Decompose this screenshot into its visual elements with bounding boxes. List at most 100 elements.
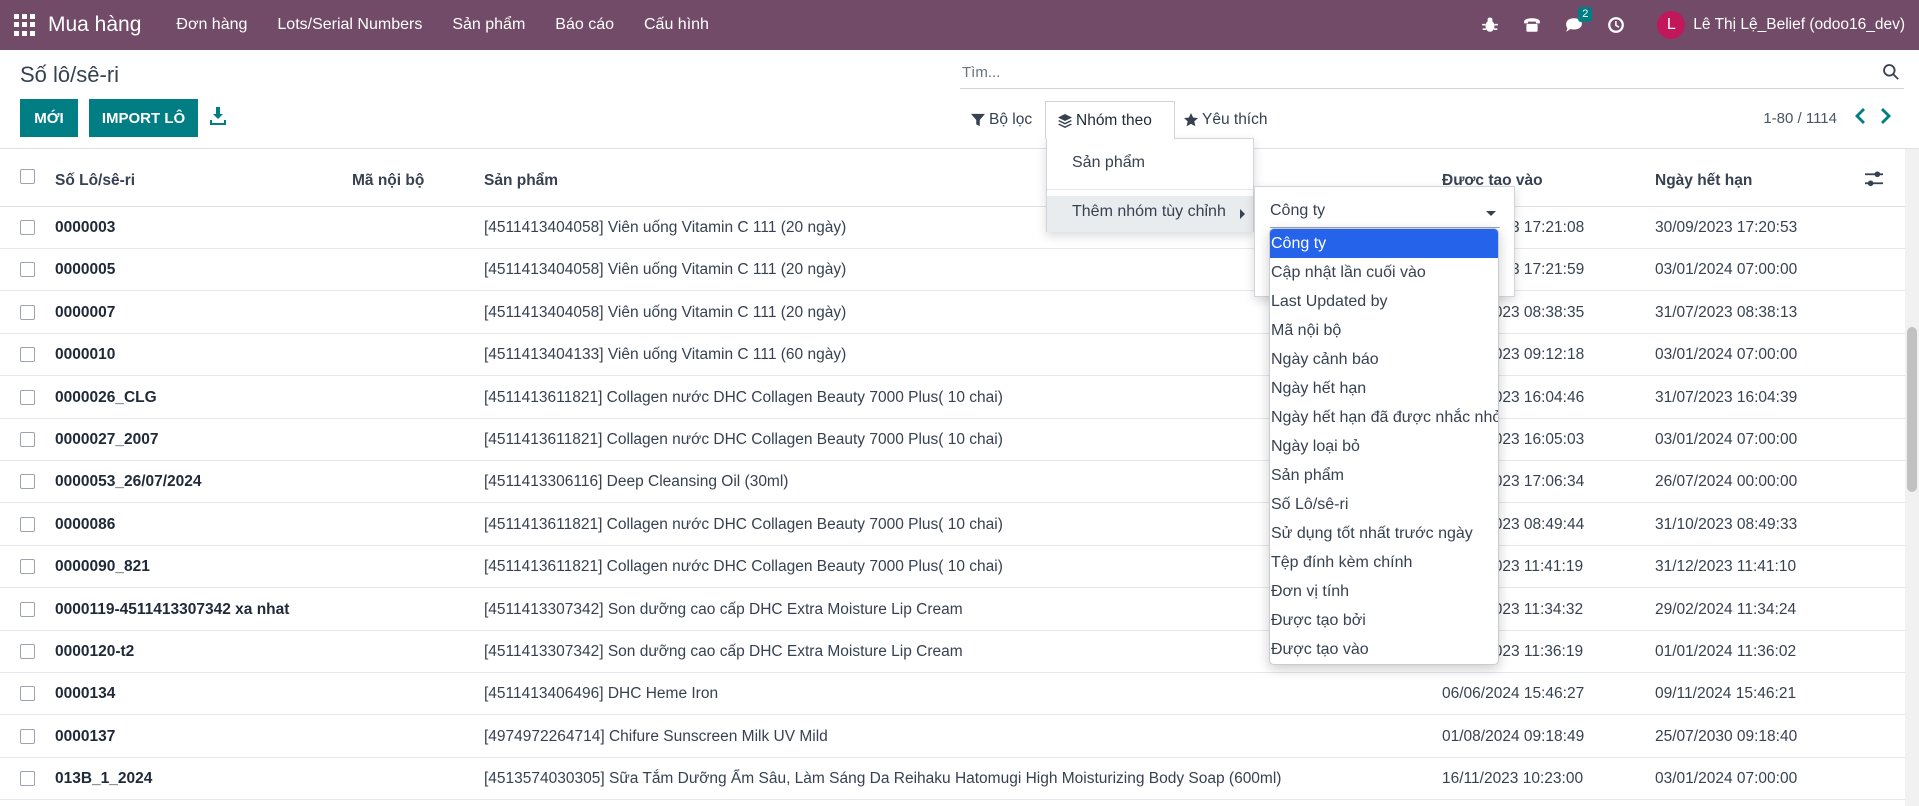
- row-checkbox[interactable]: [20, 559, 35, 575]
- cell-created: 16/11/2023 10:23:00: [1442, 770, 1584, 788]
- row-checkbox[interactable]: [20, 601, 35, 617]
- pager-value[interactable]: 1-80 / 1114: [1763, 110, 1837, 127]
- menu-lots[interactable]: Lots/Serial Numbers: [277, 16, 422, 34]
- row-checkbox[interactable]: [20, 686, 35, 702]
- user-name[interactable]: Lê Thị Lệ_Belief (odoo16_dev): [1693, 16, 1905, 34]
- table-row[interactable]: 0000027_2007 [4511413611821] Collagen nướ…: [0, 419, 1905, 461]
- custom-group-option[interactable]: Sử dụng tốt nhất trước ngày: [1270, 519, 1498, 548]
- cell-lot: 0000090_821: [55, 558, 150, 576]
- cell-expiry: 03/01/2024 07:00:00: [1655, 431, 1798, 448]
- cell-expiry: 26/07/2024 00:00:00: [1655, 473, 1798, 491]
- header-internal-ref[interactable]: Mã nội bộ: [352, 172, 424, 190]
- download-icon[interactable]: [210, 107, 226, 125]
- navbar-systray: 2 L Lê Thị Lệ_Belief (odoo16_dev): [1469, 0, 1919, 50]
- table-row[interactable]: 0000010 [4511413404133] Viên uống Vitamin…: [0, 334, 1905, 377]
- bug-icon[interactable]: [1480, 15, 1500, 35]
- favorites-label: Yêu thích: [1202, 111, 1268, 128]
- row-checkbox[interactable]: [20, 474, 35, 490]
- menu-reports[interactable]: Báo cáo: [555, 16, 614, 34]
- table-row[interactable]: 0000007 [4511413404058] Viên uống Vitamin…: [0, 292, 1905, 334]
- table-row[interactable]: 0000119-4511413307342 xa nhat [4511413307…: [0, 589, 1905, 631]
- phone-icon[interactable]: [1522, 15, 1542, 35]
- table-row[interactable]: 0000137 [4974972264714] Chifure Sunscreen…: [0, 716, 1905, 758]
- menu-config[interactable]: Cấu hình: [644, 16, 709, 34]
- row-checkbox[interactable]: [20, 304, 35, 320]
- row-checkbox[interactable]: [20, 771, 35, 787]
- table-row[interactable]: 0000026_CLG [4511413611821] Collagen nước…: [0, 377, 1905, 419]
- header-expiry[interactable]: Ngày hết hạn: [1655, 172, 1752, 190]
- custom-group-option[interactable]: Được tạo bởi: [1270, 606, 1498, 635]
- groupby-dropdown: Sản phẩm Thêm nhóm tùy chỉnh: [1046, 138, 1254, 232]
- custom-group-option[interactable]: Ngày hết hạn: [1270, 374, 1498, 403]
- custom-group-option[interactable]: Tệp đính kèm chính: [1270, 548, 1498, 577]
- cell-product: [4511413404058] Viên uống Vitamin C 111 …: [484, 303, 847, 321]
- chat-icon[interactable]: 2: [1564, 7, 1593, 35]
- cell-lot: 0000053_26/07/2024: [55, 473, 202, 491]
- table-row[interactable]: 0000005 [4511413404058] Viên uống Vitamin…: [0, 249, 1905, 292]
- pager-next-icon[interactable]: [1879, 107, 1895, 127]
- custom-group-options-list: Công ty Cập nhật lần cuối vào Last Updated…: [1269, 228, 1499, 665]
- custom-group-option[interactable]: Ngày cảnh báo: [1270, 345, 1498, 374]
- cell-product: [4511413306116] Deep Cleansing Oil (30ml…: [484, 473, 789, 491]
- pager-prev-icon[interactable]: [1853, 107, 1869, 127]
- table-row[interactable]: 0000053_26/07/2024 [4511413306116] Deep C…: [0, 461, 1905, 504]
- search-icon[interactable]: [1882, 63, 1900, 81]
- custom-group-option[interactable]: Ngày hết hạn đã được nhắc nhở: [1270, 403, 1498, 432]
- groupby-custom-item[interactable]: Thêm nhóm tùy chỉnh: [1047, 196, 1253, 232]
- cell-product: [4511413611821] Collagen nước DHC Collag…: [484, 388, 1003, 406]
- row-checkbox[interactable]: [20, 432, 35, 447]
- custom-group-option[interactable]: Last Updated by: [1270, 287, 1498, 316]
- row-checkbox[interactable]: [20, 262, 35, 278]
- table-row[interactable]: 0000090_821 [4511413611821] Collagen nước…: [0, 546, 1905, 589]
- column-settings-icon[interactable]: [1865, 170, 1883, 188]
- custom-group-option[interactable]: Đơn vị tính: [1270, 577, 1498, 606]
- cell-product: [4511413611821] Collagen nước DHC Collag…: [484, 558, 1003, 576]
- custom-group-option[interactable]: Được tạo vào: [1270, 635, 1498, 664]
- table-row[interactable]: 0000134 [4511413406496] DHC Heme Iron 06/0…: [0, 673, 1905, 716]
- select-all-checkbox[interactable]: [20, 169, 35, 184]
- import-lot-button[interactable]: IMPORT LÔ: [89, 99, 198, 137]
- app-brand[interactable]: Mua hàng: [48, 13, 141, 37]
- scrollbar-thumb[interactable]: [1907, 327, 1917, 492]
- menu-products[interactable]: Sản phẩm: [452, 16, 525, 34]
- groupby-option-product[interactable]: Sản phẩm: [1072, 154, 1145, 172]
- new-button[interactable]: MỚI: [20, 99, 78, 137]
- table-row[interactable]: 0000120-t2 [4511413307342] Son dưỡng cao …: [0, 631, 1905, 673]
- cell-product: [4511413404058] Viên uống Vitamin C 111 …: [484, 219, 847, 236]
- menu-orders[interactable]: Đơn hàng: [176, 16, 247, 34]
- custom-group-option[interactable]: Ngày loại bỏ: [1270, 432, 1498, 461]
- custom-group-select[interactable]: Công ty: [1270, 202, 1500, 228]
- cell-expiry: 09/11/2024 15:46:21: [1655, 685, 1797, 703]
- apps-grid-icon[interactable]: [14, 14, 36, 36]
- header-lot[interactable]: Số Lô/sê-ri: [55, 172, 135, 190]
- favorites-button[interactable]: Yêu thích: [1178, 102, 1274, 138]
- custom-group-option[interactable]: Công ty: [1270, 229, 1498, 258]
- cell-expiry: 31/12/2023 11:41:10: [1655, 558, 1797, 576]
- scrollbar[interactable]: [1905, 149, 1919, 806]
- table-row[interactable]: 0000003 [4511413404058] Viên uống Vitamin…: [0, 207, 1905, 249]
- custom-group-option[interactable]: Cập nhật lần cuối vào: [1270, 258, 1498, 287]
- table-row[interactable]: 0000086 [4511413611821] Collagen nước DHC…: [0, 504, 1905, 546]
- groupby-button[interactable]: Nhóm theo: [1045, 101, 1175, 139]
- table-header: Số Lô/sê-ri Mã nội bộ Sản phẩm Được tạo …: [0, 157, 1905, 207]
- cell-lot: 0000026_CLG: [55, 388, 157, 406]
- header-product[interactable]: Sản phẩm: [484, 172, 558, 190]
- table-row[interactable]: 013B_1_2024 [4513574030305] Sữa Tắm Dưỡng…: [0, 758, 1905, 801]
- row-checkbox[interactable]: [20, 347, 35, 363]
- row-checkbox[interactable]: [20, 220, 35, 235]
- custom-group-option[interactable]: Mã nội bộ: [1270, 316, 1498, 345]
- custom-group-option[interactable]: Số Lô/sê-ri: [1270, 490, 1498, 519]
- filter-button[interactable]: Bộ lọc: [965, 102, 1038, 138]
- search-input[interactable]: Tìm...: [960, 57, 1904, 89]
- caret-right-icon: [1240, 209, 1245, 219]
- cell-lot: 0000007: [55, 303, 116, 321]
- custom-group-option[interactable]: Sản phẩm: [1270, 461, 1498, 490]
- cell-expiry: 31/10/2023 08:49:33: [1655, 515, 1798, 533]
- clock-icon[interactable]: [1606, 15, 1626, 35]
- row-checkbox[interactable]: [20, 728, 35, 744]
- layers-icon: [1058, 113, 1072, 128]
- row-checkbox[interactable]: [20, 389, 35, 405]
- user-avatar[interactable]: L: [1657, 11, 1686, 39]
- row-checkbox[interactable]: [20, 644, 35, 659]
- row-checkbox[interactable]: [20, 516, 35, 532]
